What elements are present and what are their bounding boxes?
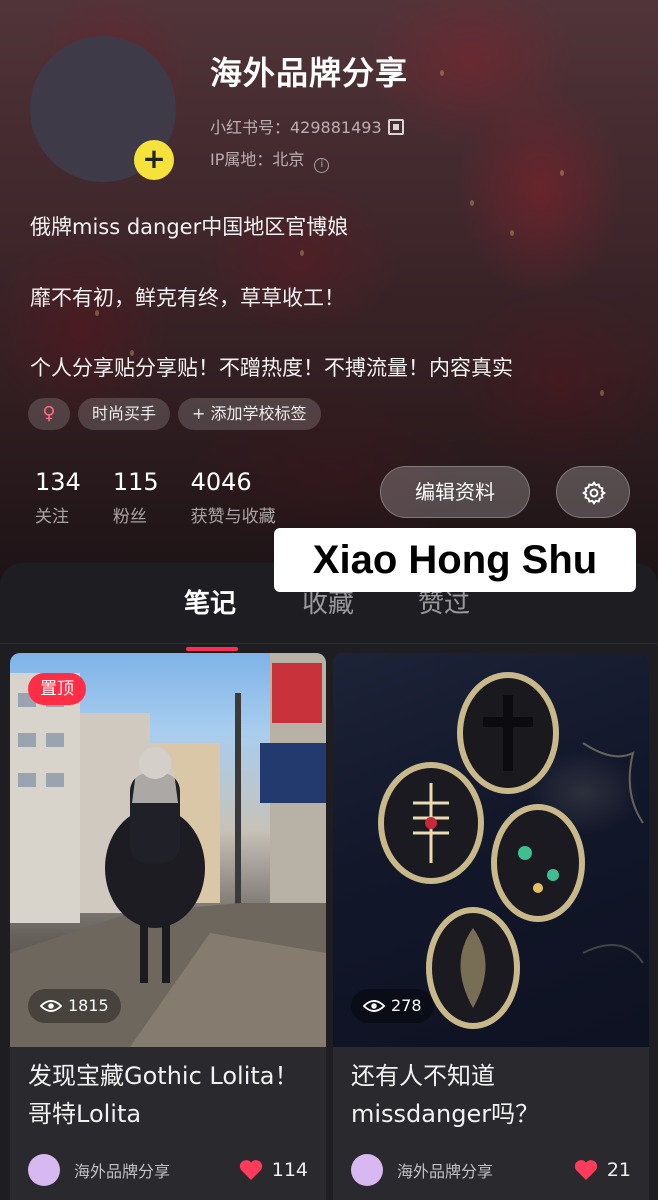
qr-code-icon[interactable]	[387, 119, 404, 135]
bio-line: 个人分享贴分享贴！不蹭热度！不搏流量！内容真实	[30, 356, 513, 380]
stat-followers[interactable]: 115 粉丝	[113, 468, 159, 527]
watermark-label: Xiao Hong Shu	[274, 528, 636, 592]
pinned-badge: 置顶	[28, 673, 86, 705]
view-count-value: 278	[391, 996, 422, 1015]
note-author: 海外品牌分享 21	[351, 1153, 631, 1187]
info-icon[interactable]: i	[314, 158, 330, 173]
stat-following-label: 关注	[35, 507, 69, 527]
like-count: 21	[606, 1159, 631, 1181]
author-avatar[interactable]	[28, 1154, 60, 1186]
bio-line: 俄牌miss danger中国地区官博娘	[30, 215, 349, 239]
eye-icon	[40, 1000, 62, 1012]
heart-icon	[574, 1160, 597, 1180]
settings-button[interactable]	[556, 466, 630, 518]
author-avatar[interactable]	[351, 1154, 383, 1186]
embroidered-brooches-illustration	[378, 672, 644, 1029]
like-count: 114	[271, 1159, 308, 1181]
stat-following-value: 134	[35, 468, 81, 496]
note-title[interactable]: 还有人不知道missdanger吗？	[351, 1057, 631, 1133]
stat-likes-collects-value: 4046	[190, 468, 252, 496]
stat-followers-label: 粉丝	[112, 507, 147, 527]
view-count: 278	[351, 989, 434, 1023]
author-name[interactable]: 海外品牌分享	[74, 1158, 238, 1182]
profile-tabs: 笔记 收藏 赞过	[0, 583, 658, 651]
stat-followers-value: 115	[112, 468, 159, 496]
profile-ip-text: IP属地：北京	[210, 150, 305, 169]
add-school-tag-button[interactable]: + 添加学校标签	[178, 398, 321, 430]
profile-id: 小红书号：429881493	[210, 114, 404, 138]
stat-following[interactable]: 134 关注	[35, 468, 81, 527]
tag-fashion-buyer[interactable]: 时尚买手	[78, 398, 171, 430]
note-card[interactable]: 置顶 1815 发现宝藏Gothic Lolita！哥特Lolita 海外品牌分…	[10, 653, 326, 1200]
profile-id-text: 小红书号：429881493	[210, 118, 382, 137]
add-avatar-button[interactable]: +	[134, 140, 174, 180]
eye-icon	[363, 1000, 385, 1012]
heart-icon	[239, 1160, 262, 1180]
author-name[interactable]: 海外品牌分享	[397, 1158, 573, 1182]
street-scene-illustration	[10, 653, 326, 1047]
profile-ip-location: IP属地：北京 i	[210, 146, 330, 173]
divider	[0, 643, 658, 644]
note-cover-image[interactable]: 278	[333, 653, 649, 1047]
note-author: 海外品牌分享 114	[28, 1153, 308, 1187]
active-tab-indicator	[186, 647, 238, 651]
note-card[interactable]: 278 还有人不知道missdanger吗？ 海外品牌分享 21	[333, 653, 649, 1200]
view-count: 1815	[28, 989, 121, 1023]
edit-profile-button[interactable]: 编辑资料	[380, 466, 530, 518]
profile-nickname: 海外品牌分享	[210, 54, 409, 92]
stat-likes-collects[interactable]: 4046 获赞与收藏	[191, 468, 276, 527]
profile-stats: 134 关注 115 粉丝 4046 获赞与收藏	[35, 468, 276, 527]
gender-female-icon: ♀	[28, 398, 70, 430]
gear-icon	[582, 481, 606, 505]
stat-likes-collects-label: 获赞与收藏	[190, 507, 276, 527]
like-button[interactable]: 21	[573, 1159, 631, 1181]
bio-line: 靡不有初，鲜克有终，草草收工！	[30, 286, 345, 310]
tab-notes[interactable]: 笔记	[184, 583, 236, 620]
note-cover-image[interactable]: 置顶 1815	[10, 653, 326, 1047]
view-count-value: 1815	[68, 996, 109, 1015]
profile-tags: ♀ 时尚买手 + 添加学校标签	[28, 398, 321, 430]
note-title[interactable]: 发现宝藏Gothic Lolita！哥特Lolita	[28, 1057, 308, 1133]
like-button[interactable]: 114	[238, 1159, 308, 1181]
